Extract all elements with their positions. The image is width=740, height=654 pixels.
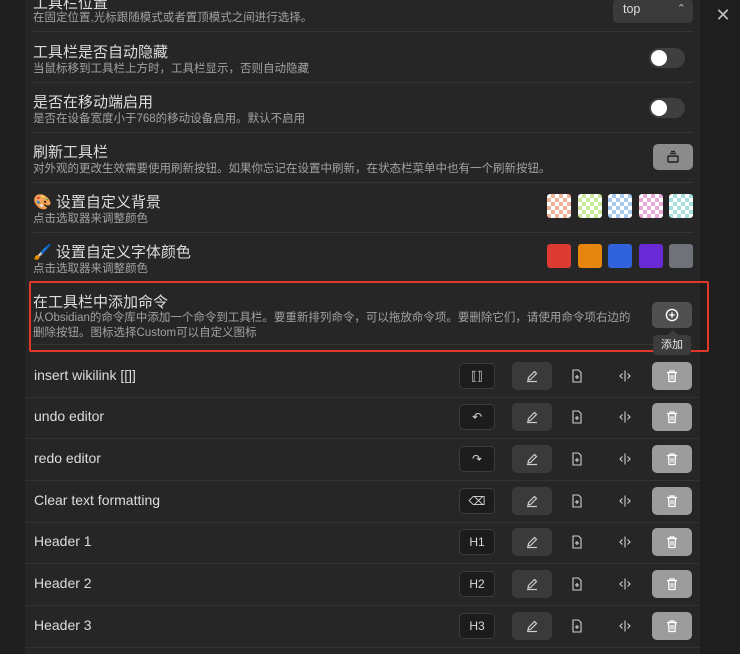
command-row[interactable]: Header 2 H2 xyxy=(25,564,700,606)
select-value: top xyxy=(623,2,641,16)
command-label: Header 1 xyxy=(34,533,92,549)
setting-refresh: 刷新工具栏 对外观的更改生效需要使用刷新按钮。如果你忘记在设置中刷新，在状态栏菜… xyxy=(33,133,693,183)
add-command-button[interactable] xyxy=(652,302,692,328)
add-file-icon[interactable] xyxy=(568,367,586,385)
wikilink-icon[interactable]: ⟦⟧ xyxy=(459,363,495,389)
setting-name: 🎨 设置自定义背景 xyxy=(33,194,161,211)
trash-icon[interactable] xyxy=(652,570,692,598)
setting-auto-hide: 工具栏是否自动隐藏 当鼠标移到工具栏上方时，工具栏显示，否则自动隐藏 xyxy=(33,33,693,83)
toggle-knob xyxy=(651,50,667,66)
split-icon[interactable] xyxy=(616,617,634,635)
color-swatch[interactable] xyxy=(669,194,693,218)
add-file-icon[interactable] xyxy=(568,617,586,635)
command-row[interactable]: insert wikilink [[]] ⟦⟧ xyxy=(25,356,700,398)
color-swatch[interactable] xyxy=(577,194,602,218)
edit-icon[interactable] xyxy=(512,445,552,473)
command-label: insert wikilink [[]] xyxy=(34,367,136,383)
add-file-icon[interactable] xyxy=(568,492,586,510)
edit-icon[interactable] xyxy=(512,528,552,556)
color-swatch[interactable] xyxy=(547,194,571,218)
font-swatch-group xyxy=(547,244,693,268)
setting-desc: 当鼠标移到工具栏上方时，工具栏显示，否则自动隐藏 xyxy=(33,63,309,75)
edit-icon[interactable] xyxy=(512,487,552,515)
undo-icon[interactable]: ↶ xyxy=(459,404,495,430)
command-row[interactable]: Header 1 H1 xyxy=(25,522,700,564)
color-swatch[interactable] xyxy=(577,244,602,268)
setting-name: 刷新工具栏 xyxy=(33,144,109,161)
setting-mobile-enable: 是否在移动端启用 是否在设备宽度小于768的移动设备启用。默认不启用 xyxy=(33,83,693,133)
add-file-icon[interactable] xyxy=(568,408,586,426)
command-row[interactable]: redo editor ↷ xyxy=(25,439,700,481)
refresh-icon xyxy=(667,150,679,163)
split-icon[interactable] xyxy=(616,575,634,593)
add-file-icon[interactable] xyxy=(568,533,586,551)
command-row[interactable]: Clear text formatting ⌫ xyxy=(25,481,700,523)
h3-icon[interactable]: H3 xyxy=(459,613,495,639)
setting-name: 工具栏是否自动隐藏 xyxy=(33,44,169,61)
h1-icon[interactable]: H1 xyxy=(459,529,495,555)
split-icon[interactable] xyxy=(616,533,634,551)
setting-desc: 在固定位置,光标跟随模式或者置顶模式之间进行选择。 xyxy=(33,12,313,24)
setting-name: 是否在移动端启用 xyxy=(33,94,154,111)
setting-name: 🖌️ 设置自定义字体颜色 xyxy=(33,244,191,261)
trash-icon[interactable] xyxy=(652,612,692,640)
redo-icon[interactable]: ↷ xyxy=(459,446,495,472)
chevron-updown-icon: ⌃ xyxy=(676,3,686,15)
toolbar-position-select[interactable]: top ⌃ xyxy=(613,0,693,23)
auto-hide-toggle[interactable] xyxy=(649,48,685,68)
mobile-enable-toggle[interactable] xyxy=(649,98,685,118)
setting-desc: 点击选取器来调整颜色 xyxy=(33,263,148,275)
command-row[interactable]: undo editor ↶ xyxy=(25,397,700,439)
split-icon[interactable] xyxy=(616,492,634,510)
split-icon[interactable] xyxy=(616,408,634,426)
add-file-icon[interactable] xyxy=(568,575,586,593)
command-row[interactable]: Header 3 H3 xyxy=(25,606,700,648)
eraser-icon[interactable]: ⌫ xyxy=(459,488,495,514)
split-icon[interactable] xyxy=(616,450,634,468)
setting-custom-bg: 🎨 设置自定义背景 点击选取器来调整颜色 xyxy=(33,183,693,233)
add-file-icon[interactable] xyxy=(568,450,586,468)
command-label: undo editor xyxy=(34,408,105,424)
add-tooltip: 添加 xyxy=(653,330,691,355)
toggle-knob xyxy=(651,100,667,116)
setting-custom-font-color: 🖌️ 设置自定义字体颜色 点击选取器来调整颜色 xyxy=(33,233,693,283)
trash-icon[interactable] xyxy=(652,528,692,556)
command-label: Header 2 xyxy=(34,575,92,591)
edit-icon[interactable] xyxy=(512,403,552,431)
color-swatch[interactable] xyxy=(638,244,663,268)
trash-icon[interactable] xyxy=(652,403,692,431)
edit-icon[interactable] xyxy=(512,570,552,598)
color-swatch[interactable] xyxy=(608,194,632,218)
edit-icon[interactable] xyxy=(512,362,552,390)
highlight-box xyxy=(29,281,709,352)
setting-desc: 点击选取器来调整颜色 xyxy=(33,213,148,225)
command-label: redo editor xyxy=(34,450,101,466)
edit-icon[interactable] xyxy=(512,612,552,640)
color-swatch[interactable] xyxy=(669,244,693,268)
command-label: Header 3 xyxy=(34,617,92,633)
refresh-button[interactable] xyxy=(653,144,693,170)
trash-icon[interactable] xyxy=(652,445,692,473)
command-label: Clear text formatting xyxy=(34,492,161,508)
setting-desc: 对外观的更改生效需要使用刷新按钮。如果你忘记在设置中刷新，在状态栏菜单中也有一个… xyxy=(33,163,551,175)
color-swatch[interactable] xyxy=(638,194,663,218)
trash-icon[interactable] xyxy=(652,362,692,390)
color-swatch[interactable] xyxy=(547,244,571,268)
setting-toolbar-position: 工具栏位置 在固定位置,光标跟随模式或者置顶模式之间进行选择。 top ⌃ xyxy=(33,0,693,32)
plus-circle-icon xyxy=(665,308,679,322)
color-swatch[interactable] xyxy=(608,244,632,268)
split-icon[interactable] xyxy=(616,367,634,385)
setting-desc: 是否在设备宽度小于768的移动设备启用。默认不启用 xyxy=(33,113,306,125)
close-icon[interactable]: ✕ xyxy=(712,4,734,26)
trash-icon[interactable] xyxy=(652,487,692,515)
bg-swatch-group xyxy=(547,194,693,218)
h2-icon[interactable]: H2 xyxy=(459,571,495,597)
